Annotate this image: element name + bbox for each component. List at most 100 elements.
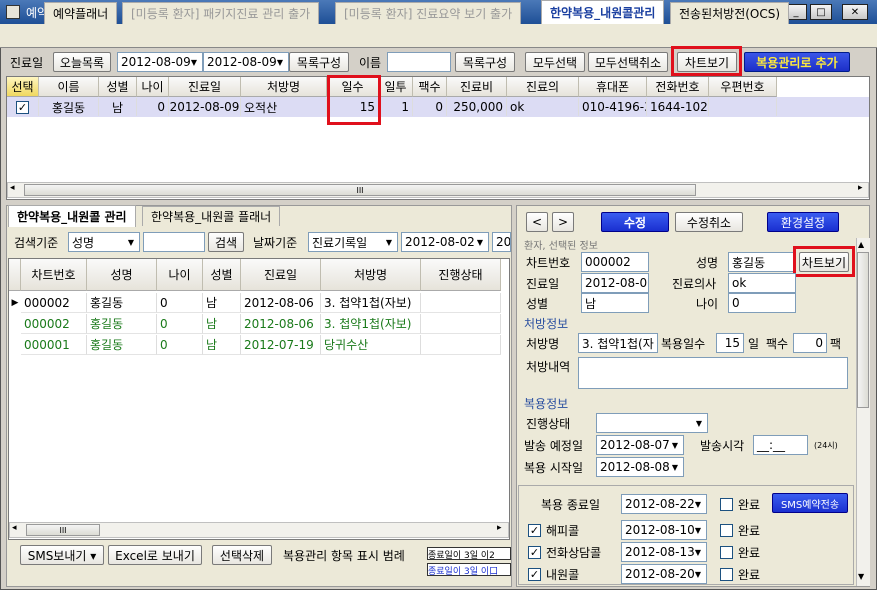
- table-cell[interactable]: 2012-08-06: [241, 314, 321, 334]
- sms-send-button[interactable]: SMS보내기 ▾: [20, 545, 104, 565]
- scroll-left-icon[interactable]: ◂: [12, 523, 17, 533]
- next-record-button[interactable]: >: [552, 212, 574, 232]
- tab-ocs-prescriptions[interactable]: 전송된처방전(OCS): [670, 2, 790, 24]
- rx-name-field[interactable]: 3. 첩약1첩(자: [578, 333, 658, 353]
- scroll-left-icon[interactable]: ◂: [10, 183, 15, 193]
- ship-time-field[interactable]: __:__: [753, 435, 808, 455]
- dose-days-field[interactable]: 15: [716, 333, 744, 353]
- call-date-select[interactable]: 2012-08-20 ▼: [621, 564, 707, 584]
- chevron-down-icon[interactable]: ▼: [691, 566, 705, 582]
- call-date-select[interactable]: 2012-08-10 ▼: [621, 520, 707, 540]
- today-list-button[interactable]: 오늘목록: [53, 52, 111, 72]
- age-field[interactable]: 0: [728, 293, 796, 313]
- column-header[interactable]: 처방명: [241, 77, 327, 97]
- close-button[interactable]: ✕: [842, 4, 868, 20]
- date-to-select[interactable]: 2012-08-09 ▼: [203, 52, 289, 72]
- subtab-dose-call-planner[interactable]: 한약복용_내원콜 플래너: [142, 206, 281, 226]
- scroll-down-icon[interactable]: ▼: [858, 572, 864, 581]
- ship-date-select[interactable]: 2012-08-07 ▼: [596, 435, 684, 455]
- call-checkbox[interactable]: ✓: [528, 524, 541, 537]
- column-header[interactable]: 성별: [203, 259, 241, 291]
- maximize-button[interactable]: □: [810, 4, 832, 20]
- column-header[interactable]: 우편번호: [709, 77, 777, 97]
- date-start-select[interactable]: 2012-08-02 ▼: [401, 232, 489, 252]
- scroll-thumb[interactable]: III: [26, 524, 100, 536]
- column-header[interactable]: 진료비: [447, 77, 507, 97]
- search-button[interactable]: 검색: [208, 232, 244, 252]
- scroll-right-icon[interactable]: ▸: [858, 183, 863, 193]
- search-field-select[interactable]: 성명 ▼: [68, 232, 140, 252]
- check-icon[interactable]: ✓: [16, 100, 29, 114]
- table-cell[interactable]: 000002: [21, 314, 87, 334]
- tab-herbal-dose-call[interactable]: 한약복용_내원콜관리: [541, 0, 665, 24]
- column-header[interactable]: 일투: [379, 77, 413, 97]
- dose-end-done-checkbox[interactable]: [720, 498, 733, 511]
- sms-reserve-button[interactable]: SMS예약전송: [772, 493, 848, 513]
- column-header[interactable]: 처방명: [321, 259, 421, 291]
- prev-record-button[interactable]: <: [526, 212, 548, 232]
- column-header[interactable]: 진료일: [169, 77, 241, 97]
- table-cell[interactable]: 0: [157, 335, 203, 355]
- scroll-right-icon[interactable]: ▸: [497, 523, 502, 533]
- tab-reservation-planner[interactable]: 예약플래너: [44, 2, 118, 24]
- table-cell[interactable]: 3. 첩약1첩(자보): [321, 293, 421, 313]
- date-end-select[interactable]: 20: [492, 232, 511, 252]
- scroll-thumb[interactable]: III: [24, 184, 696, 196]
- delete-selected-button[interactable]: 선택삭제: [212, 545, 272, 565]
- build-list-button-2[interactable]: 목록구성: [455, 52, 515, 72]
- tab-package-care[interactable]: [미등록 환자] 패키지진료 관리 출가: [122, 2, 320, 24]
- call-date-select[interactable]: 2012-08-13 ▼: [621, 542, 707, 562]
- call-checkbox[interactable]: ✓: [528, 568, 541, 581]
- table-cell[interactable]: 0: [157, 293, 203, 313]
- save-button[interactable]: 수정: [601, 212, 669, 232]
- dose-end-select[interactable]: 2012-08-22 ▼: [621, 494, 707, 514]
- chart-no-field[interactable]: 000002: [581, 252, 649, 272]
- table-cell[interactable]: 000001: [21, 335, 87, 355]
- settings-button[interactable]: 환경설정: [767, 212, 839, 232]
- call-done-checkbox[interactable]: [720, 546, 733, 559]
- packs-field[interactable]: 0: [793, 333, 827, 353]
- column-header[interactable]: 진행상태: [421, 259, 501, 291]
- column-header[interactable]: 진료일: [241, 259, 321, 291]
- excel-export-button[interactable]: Excel로 보내기: [108, 545, 202, 565]
- subtab-dose-call-mgmt[interactable]: 한약복용_내원콜 관리: [8, 205, 136, 227]
- tab-care-summary[interactable]: [미등록 환자] 진료요약 보기 출가: [335, 2, 522, 24]
- name-input[interactable]: [387, 52, 451, 72]
- doctor-field[interactable]: ok: [728, 273, 796, 293]
- table-cell[interactable]: [421, 335, 501, 355]
- column-header[interactable]: 나이: [137, 77, 169, 97]
- rx-detail-field[interactable]: [578, 357, 848, 389]
- cancel-edit-button[interactable]: 수정취소: [675, 212, 743, 232]
- table-cell[interactable]: 000002: [21, 293, 87, 313]
- table-cell[interactable]: 2012-08-06: [241, 293, 321, 313]
- table-cell[interactable]: [421, 314, 501, 334]
- column-header[interactable]: 선택: [7, 77, 39, 97]
- column-header[interactable]: 차트번호: [21, 259, 87, 291]
- scroll-up-icon[interactable]: ▲: [858, 240, 864, 249]
- column-header[interactable]: 전화번호: [647, 77, 709, 97]
- deselect-all-button[interactable]: 모두선택취소: [588, 52, 668, 72]
- column-header[interactable]: 이름: [39, 77, 99, 97]
- date-from-select[interactable]: 2012-08-09 ▼: [117, 52, 203, 72]
- table-cell[interactable]: 당귀수산: [321, 335, 421, 355]
- call-done-checkbox[interactable]: [720, 524, 733, 537]
- sex-field[interactable]: 남: [581, 293, 649, 313]
- column-header[interactable]: 휴대폰: [579, 77, 647, 97]
- search-input[interactable]: [143, 232, 205, 252]
- visit-date-field[interactable]: 2012-08-06: [581, 273, 649, 293]
- call-checkbox[interactable]: ✓: [528, 546, 541, 559]
- table-cell[interactable]: 남: [203, 293, 241, 313]
- patient-name-field[interactable]: 홍길동: [728, 252, 796, 272]
- column-header[interactable]: 성별: [99, 77, 137, 97]
- call-done-checkbox[interactable]: [720, 568, 733, 581]
- table-cell[interactable]: 홍길동: [87, 314, 157, 334]
- table-cell[interactable]: 2012-07-19: [241, 335, 321, 355]
- vertical-scroll-thumb[interactable]: [857, 252, 869, 408]
- table-cell[interactable]: 홍길동: [87, 335, 157, 355]
- column-header[interactable]: 진료의: [507, 77, 579, 97]
- build-list-button[interactable]: 목록구성: [289, 52, 349, 72]
- column-header[interactable]: 성명: [87, 259, 157, 291]
- table-cell[interactable]: [421, 293, 501, 313]
- chevron-down-icon[interactable]: ▼: [691, 544, 705, 560]
- table-cell[interactable]: 남: [203, 335, 241, 355]
